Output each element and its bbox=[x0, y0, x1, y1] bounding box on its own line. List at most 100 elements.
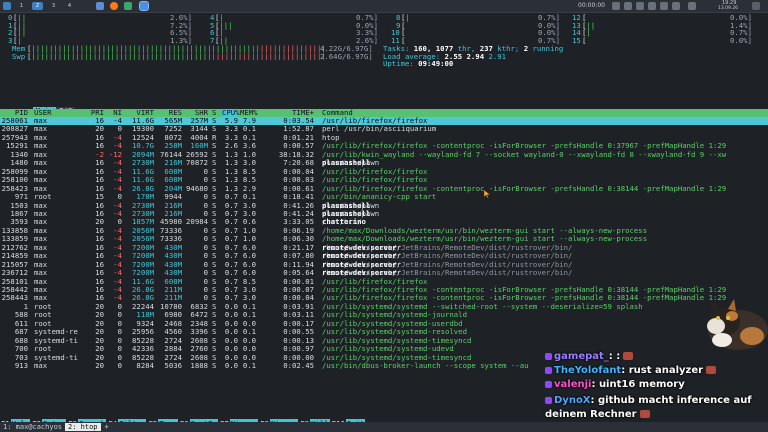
mouse-cursor-icon bbox=[484, 190, 490, 198]
cell-virt: 7200M bbox=[132, 251, 154, 261]
file-manager-icon[interactable] bbox=[96, 2, 104, 10]
cpu-meter-fill: || bbox=[219, 36, 229, 46]
cpu-meter-bar: [ bbox=[582, 37, 586, 45]
cell-virt: 11.6G bbox=[132, 175, 154, 185]
cmd-args: run /workspaces/r bbox=[322, 251, 402, 261]
cpu-meter-label: 15 bbox=[572, 36, 581, 46]
tmux-window-active[interactable]: 2: htop bbox=[65, 423, 101, 431]
network-icon[interactable] bbox=[636, 2, 644, 10]
cell-s: S bbox=[212, 344, 217, 354]
chat-text: uint16 memory bbox=[598, 379, 685, 390]
swap-meter-fill-used: ||||||||||||||||||||||||||||||||||||||||… bbox=[31, 52, 212, 61]
cell-user: max bbox=[34, 251, 48, 261]
timer-text: 00:00:00 bbox=[578, 2, 605, 9]
chat-message: valenji: uint16 memory bbox=[545, 378, 685, 391]
show-desktop-icon[interactable] bbox=[752, 2, 760, 10]
cell-virt: 7200M bbox=[132, 268, 154, 278]
bluetooth-icon[interactable] bbox=[660, 2, 668, 10]
screen-tabs: MainI/O bbox=[15, 99, 76, 115]
cell-shr: 1888 bbox=[190, 361, 208, 371]
table-row[interactable]: 258100 max 16 -4 11.6G 608M 0 S 1.3 8.5 0:00.03/us… bbox=[0, 176, 768, 184]
workspace-1[interactable]: 1 bbox=[16, 2, 27, 10]
cpu-meter-bracket: [ bbox=[582, 36, 587, 46]
cell-time: 0:02.45 bbox=[283, 361, 314, 371]
cell-pri: 16 bbox=[95, 251, 104, 261]
swap-meter-fill-cache: ||||||||||||||||||||||||||||||||||| bbox=[211, 52, 327, 61]
cell-s: S bbox=[212, 192, 217, 202]
cell-shr: 2760 bbox=[190, 344, 208, 354]
uptime: Uptime: 09:49:00 bbox=[383, 60, 458, 68]
table-row[interactable]: 971 root 15 0 178M 9944 0 S 0.7 0.1 0:18.41/usr/bi… bbox=[0, 193, 768, 201]
cell-time: 0:00.97 bbox=[283, 344, 314, 354]
chat-username[interactable]: TheYolofant bbox=[554, 365, 621, 376]
cell-res: 2884 bbox=[164, 344, 182, 354]
cell-s: S bbox=[212, 175, 217, 185]
cell-cmd: /usr/lib/kwin_wayland --wayland-fd 7 --s… bbox=[322, 149, 727, 159]
chat-text: deinem Rechner bbox=[545, 409, 637, 420]
cell-ni: 0 bbox=[117, 361, 122, 371]
emote-icon bbox=[706, 366, 717, 374]
memory-meter-fill-cache: ||||||||||||||||||||||||||||||||||||||||… bbox=[251, 44, 327, 53]
chevron-up-icon[interactable] bbox=[688, 2, 696, 10]
cell-s: S bbox=[212, 268, 217, 278]
cell-time: 0:07.80 bbox=[283, 251, 314, 261]
cpu-meter-fill: | bbox=[586, 28, 591, 38]
volume-icon[interactable] bbox=[648, 2, 656, 10]
cell-pri: 15 bbox=[95, 192, 104, 202]
cell-mem: 0.1 bbox=[242, 361, 256, 371]
emote-icon bbox=[639, 410, 650, 418]
cell-res: 608M bbox=[164, 175, 182, 185]
cell-shr: 0 bbox=[203, 175, 208, 185]
chat-username[interactable]: DynoX bbox=[554, 395, 591, 406]
cell-cmd: /usr/lib/firefox/firefox bbox=[322, 175, 428, 185]
chatterino-icon[interactable] bbox=[124, 2, 132, 10]
clock-date[interactable]: 13.09.26 bbox=[718, 6, 738, 11]
terminal-icon[interactable] bbox=[139, 1, 149, 11]
workspace-3[interactable]: 3 bbox=[48, 2, 59, 10]
chat-message: TheYolofant: rust analyzer bbox=[545, 364, 717, 377]
cpu-meter-fill: | bbox=[405, 13, 410, 22]
cell-res: 5036 bbox=[164, 361, 182, 371]
cell-virt: 178M bbox=[136, 192, 154, 202]
cell-user: root bbox=[34, 344, 52, 354]
display-icon[interactable] bbox=[672, 2, 680, 10]
table-row[interactable]: 214859 max 16 -4 7200M 430M 0 S 0.7 6.0 0:07.80/ho… bbox=[0, 252, 768, 260]
cell-ni: 0 bbox=[117, 192, 122, 202]
workspace-2[interactable]: 2 bbox=[32, 2, 43, 10]
table-row[interactable]: 236712 max 16 -4 7200M 430M 0 S 0.7 6.0 0:05.64/ho… bbox=[0, 269, 768, 277]
chat-username[interactable]: valenji bbox=[554, 379, 591, 390]
swap-meter-value: 2.64G/6.97G] bbox=[320, 51, 373, 61]
firefox-icon[interactable] bbox=[110, 2, 118, 10]
cell-mem: 0.0 bbox=[242, 344, 256, 354]
swap-meter-bar: [|||||||||||||||||||||||||||||||||||||||… bbox=[27, 53, 327, 61]
uptime-part: 09:49:00 bbox=[418, 59, 454, 69]
cell-ni: 0 bbox=[117, 344, 122, 354]
workspace-4[interactable]: 4 bbox=[64, 2, 75, 10]
cell-res: 9944 bbox=[164, 192, 182, 202]
record-icon[interactable] bbox=[612, 2, 620, 10]
tmux-session[interactable]: 1: max@cachyos bbox=[0, 423, 65, 431]
chat-text: github macht inference auf bbox=[598, 395, 752, 406]
chat-username[interactable]: gamepat_ bbox=[554, 351, 609, 362]
cell-shr: 0 bbox=[203, 251, 208, 261]
cell-cpu: 1.3 bbox=[224, 175, 238, 185]
cell-pid: 236712 bbox=[1, 268, 28, 278]
cell-cmd: /usr/lib/systemd/systemd-udevd bbox=[322, 344, 454, 354]
cell-cpu: 0.7 bbox=[224, 192, 238, 202]
table-row[interactable]: 1867 max 16 -4 2730M 216M 0 S 0.7 3.0 0:41.24/usr/… bbox=[0, 209, 768, 218]
webcam-cat-image bbox=[707, 299, 768, 350]
cell-shr: 0 bbox=[203, 192, 208, 202]
cell-cmd: /usr/bin/dbus-broker-launch --scope syst… bbox=[322, 361, 529, 371]
tasks-info-part: 2 bbox=[523, 43, 529, 53]
cell-user: max bbox=[34, 361, 48, 371]
tasks-info-part: running bbox=[532, 43, 564, 53]
tmux-new-window[interactable]: + bbox=[101, 423, 113, 431]
top-panel: 1234 00:00:00 19:29 13.09.26 bbox=[0, 0, 768, 13]
cell-pid: 700 bbox=[14, 344, 28, 354]
cell-time: 0:05.64 bbox=[283, 268, 314, 278]
chat-message: deinem Rechner bbox=[545, 408, 650, 421]
cell-pri: 16 bbox=[95, 268, 104, 278]
app-launcher-icon[interactable] bbox=[3, 2, 11, 10]
cell-cpu: 0.0 bbox=[224, 361, 238, 371]
clipboard-icon[interactable] bbox=[624, 2, 632, 10]
